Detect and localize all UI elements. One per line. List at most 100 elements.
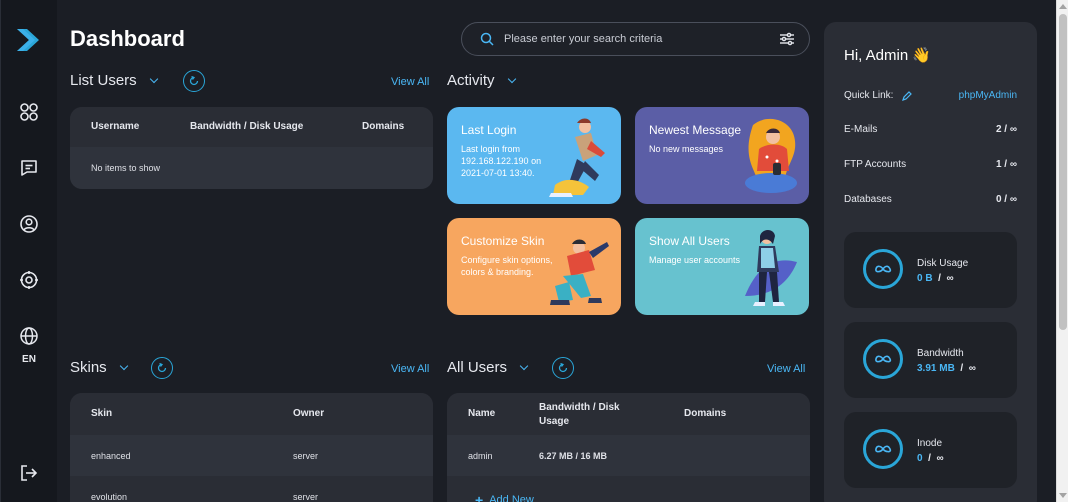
logo-icon[interactable] <box>15 27 43 53</box>
infinity-ring-icon <box>863 249 903 289</box>
last-login-tile[interactable]: Last Login Last login from 192.168.122.1… <box>447 107 621 204</box>
newest-message-tile[interactable]: Newest Message No new messages <box>635 107 809 204</box>
skins-refresh-button[interactable] <box>151 357 173 379</box>
table-row[interactable]: enhanced server <box>70 435 433 476</box>
page-title: Dashboard <box>70 26 185 51</box>
table-row[interactable]: evolution server <box>70 476 433 502</box>
pencil-edit-icon[interactable] <box>902 90 913 101</box>
column-header[interactable]: Domains <box>362 121 404 132</box>
refresh-icon <box>558 363 568 373</box>
all-users-refresh-button[interactable] <box>552 357 574 379</box>
list-users-table: Username Bandwidth / Disk Usage Domains … <box>70 107 433 189</box>
skin-name: evolution <box>91 492 128 502</box>
show-all-users-tile[interactable]: Show All Users Manage user accounts <box>635 218 809 315</box>
user-icon[interactable] <box>18 213 40 235</box>
message-icon[interactable] <box>18 157 40 179</box>
add-new-user-button[interactable]: + Add New <box>475 492 534 502</box>
skin-name: enhanced <box>91 450 131 461</box>
person-with-phone-illustration <box>745 118 797 193</box>
person-standing-illustration <box>745 230 797 306</box>
customize-skin-tile[interactable]: Customize Skin Configure skin options, c… <box>447 218 621 315</box>
scroll-up-arrow-icon[interactable] <box>1059 4 1067 9</box>
chevron-down-icon <box>149 74 158 83</box>
skins-table: Skin Owner enhanced server evolution ser… <box>70 393 433 502</box>
chevron-down-icon <box>507 74 516 83</box>
bandwidth-used: 3.91 MB <box>917 363 955 374</box>
sidebar: EN <box>1 0 57 502</box>
chevron-down-icon <box>119 361 128 370</box>
skin-owner: server <box>293 492 319 502</box>
list-users-title[interactable]: List Users <box>70 72 158 89</box>
page-scrollbar[interactable] <box>1056 0 1068 502</box>
scroll-thumb[interactable] <box>1059 14 1067 330</box>
bandwidth-card[interactable]: Bandwidth 3.91 MB / ∞ <box>844 322 1017 398</box>
running-person-illustration <box>549 118 605 197</box>
table-header: Skin Owner <box>70 393 433 435</box>
globe-icon[interactable] <box>18 325 40 347</box>
all-users-title-text: All Users <box>447 359 508 376</box>
inode-value: 0 / ∞ <box>917 453 944 464</box>
all-users-view-all-link[interactable]: View All <box>767 363 805 375</box>
separator: / <box>928 453 931 464</box>
filter-sliders-icon[interactable] <box>779 32 795 46</box>
all-users-table: Name Bandwidth / Disk Usage Domains admi… <box>447 393 810 502</box>
column-header[interactable]: Owner <box>293 408 324 419</box>
list-users-refresh-button[interactable] <box>183 70 205 92</box>
column-header[interactable]: Bandwidth / Disk Usage <box>539 401 639 429</box>
skins-view-all-link[interactable]: View All <box>391 363 429 375</box>
language-label[interactable]: EN <box>1 354 57 365</box>
column-header[interactable]: Skin <box>91 408 112 419</box>
bandwidth-value: 3.91 MB / ∞ <box>917 363 976 374</box>
emails-value: 2 / ∞ <box>995 124 1017 135</box>
list-users-title-text: List Users <box>70 72 137 89</box>
skins-title[interactable]: Skins <box>70 359 128 376</box>
quick-link-value[interactable]: phpMyAdmin <box>959 90 1017 101</box>
scroll-down-arrow-icon[interactable] <box>1059 493 1067 498</box>
refresh-icon <box>189 76 199 86</box>
search-input[interactable] <box>504 33 779 45</box>
tile-text: Last login from 192.168.122.190 on 2021-… <box>461 144 542 178</box>
skins-title-text: Skins <box>70 359 107 376</box>
empty-state-text: No items to show <box>91 163 161 173</box>
inode-label: Inode <box>917 438 943 449</box>
table-header: Username Bandwidth / Disk Usage Domains <box>70 107 433 147</box>
quick-link-row: Quick Link: phpMyAdmin <box>844 90 1017 101</box>
account-summary-panel: Hi, Admin 👋 Quick Link: phpMyAdmin E-Mai… <box>824 22 1037 502</box>
separator: / <box>960 363 964 374</box>
column-header[interactable]: Username <box>91 121 139 132</box>
quick-link-label: Quick Link: <box>844 90 894 101</box>
skin-owner: server <box>293 450 319 461</box>
column-header[interactable]: Name <box>468 408 495 419</box>
refresh-icon <box>157 363 167 373</box>
settings-gear-icon[interactable] <box>18 269 40 291</box>
ftp-accounts-value: 1 / ∞ <box>995 159 1017 170</box>
table-header: Name Bandwidth / Disk Usage Domains <box>447 393 810 435</box>
tile-text: Configure skin options, colors & brandin… <box>461 255 553 277</box>
column-header[interactable]: Domains <box>684 408 726 419</box>
all-users-title[interactable]: All Users <box>447 359 529 376</box>
bandwidth-label: Bandwidth <box>917 348 964 359</box>
inode-used: 0 <box>917 453 923 464</box>
logout-icon[interactable] <box>18 462 40 484</box>
activity-title[interactable]: Activity <box>447 72 516 89</box>
databases-row: Databases 0 / ∞ <box>844 194 1017 205</box>
inode-card[interactable]: Inode 0 / ∞ <box>844 412 1017 488</box>
search-bar[interactable] <box>461 22 810 56</box>
tile-text: Manage user accounts <box>649 255 741 265</box>
emails-row: E-Mails 2 / ∞ <box>844 124 1017 135</box>
plus-icon: + <box>475 492 484 502</box>
list-users-view-all-link[interactable]: View All <box>391 76 429 88</box>
greeting-text: Hi, Admin 👋 <box>844 47 932 64</box>
disk-usage-limit: ∞ <box>946 273 954 284</box>
column-header[interactable]: Bandwidth / Disk Usage <box>190 121 303 132</box>
user-name[interactable]: admin <box>468 451 493 461</box>
ftp-accounts-label: FTP Accounts <box>844 159 907 170</box>
disk-usage-card[interactable]: Disk Usage 0 B / ∞ <box>844 232 1017 308</box>
dashboard-grid-icon[interactable] <box>18 101 40 123</box>
app-frame: EN Dashboard List Users View All Usernam… <box>0 0 1056 502</box>
person-painting-illustration <box>550 239 609 305</box>
table-row[interactable]: admin 6.27 MB / 16 MB <box>447 435 810 476</box>
activity-title-text: Activity <box>447 72 495 89</box>
empty-state: No items to show <box>70 147 433 189</box>
infinity-ring-icon <box>863 339 903 379</box>
